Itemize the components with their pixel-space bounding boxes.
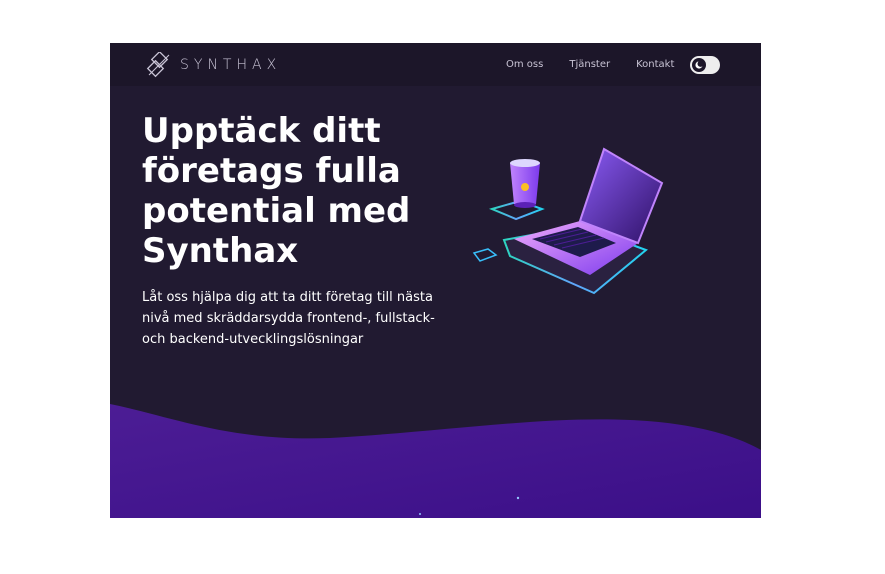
nav-link-kontakt[interactable]: Kontakt: [636, 59, 674, 70]
page-frame: SYNTHAX Om oss Tjänster Kontakt Upptäck …: [110, 43, 761, 518]
hero-headline: Upptäck ditt företags fulla potential me…: [142, 111, 411, 271]
brand-logo[interactable]: SYNTHAX: [146, 52, 281, 78]
moon-icon: [695, 60, 704, 69]
nav-links: Om oss Tjänster Kontakt: [506, 43, 700, 86]
brand-name: SYNTHAX: [180, 57, 282, 73]
logo-icon: [146, 52, 170, 78]
hero-subtext: Låt oss hjälpa dig att ta ditt företag t…: [142, 290, 435, 347]
nav-link-om-oss[interactable]: Om oss: [506, 59, 543, 70]
decorative-wave: [110, 404, 761, 518]
laptop-illustration: [472, 147, 664, 295]
navbar: SYNTHAX Om oss Tjänster Kontakt: [110, 43, 761, 86]
nav-link-tjanster[interactable]: Tjänster: [569, 59, 610, 70]
toggle-knob: [692, 58, 706, 72]
theme-toggle[interactable]: [690, 56, 720, 74]
